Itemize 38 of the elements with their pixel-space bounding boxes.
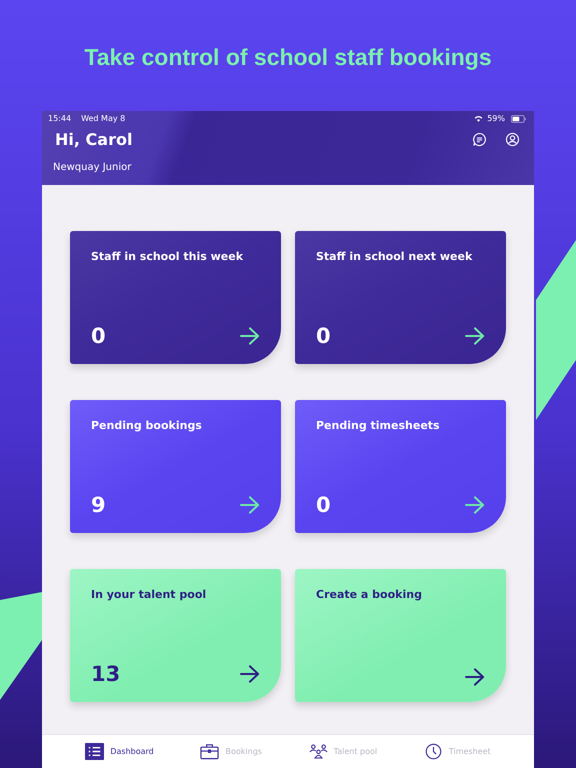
wifi-icon <box>474 115 484 122</box>
clock-icon <box>424 743 443 760</box>
tab[interactable]: Dashboard <box>85 743 154 760</box>
card-count: 0 <box>316 493 331 517</box>
dashboard-card[interactable]: Create a booking <box>295 569 506 702</box>
card-count: 13 <box>91 662 120 686</box>
list-icon <box>85 743 104 760</box>
profile-icon[interactable] <box>505 132 520 146</box>
card-title: Pending timesheets <box>316 419 441 432</box>
card-title: Staff in school next week <box>316 250 474 263</box>
dashboard-card[interactable]: Pending bookings 9 <box>70 400 281 533</box>
dashboard-card[interactable]: In your talent pool 13 <box>70 569 281 702</box>
card-count: 9 <box>91 493 106 517</box>
arrow-icon <box>240 327 260 345</box>
status-date: Wed May 8 <box>81 114 126 123</box>
briefcase-icon <box>200 743 220 760</box>
arrow-icon <box>465 496 485 514</box>
card-count: 0 <box>91 324 106 348</box>
school-name: Newquay Junior <box>52 161 132 173</box>
card-title: Pending bookings <box>91 419 203 432</box>
people-icon <box>308 743 328 760</box>
arrow-icon <box>465 668 485 686</box>
card-title: In your talent pool <box>91 588 208 601</box>
arrow-icon <box>240 665 260 683</box>
card-count: 0 <box>316 324 331 348</box>
card-title: Staff in school this week <box>91 250 244 263</box>
dashboard-card[interactable]: Staff in school this week 0 <box>70 231 281 364</box>
greeting: Hi, Carol <box>55 130 134 148</box>
card-title: Create a booking <box>316 588 423 601</box>
arrow-icon <box>465 327 485 345</box>
battery-percent: 59% <box>487 114 505 123</box>
chat-icon[interactable] <box>472 132 487 146</box>
dashboard-card[interactable]: Pending timesheets 0 <box>295 400 506 533</box>
battery-icon <box>511 114 526 122</box>
status-time: 15:44 <box>48 114 72 123</box>
headline: Take control of school staff bookings <box>84 44 492 72</box>
arrow-icon <box>240 496 260 514</box>
dashboard-card[interactable]: Staff in school next week 0 <box>295 231 506 364</box>
